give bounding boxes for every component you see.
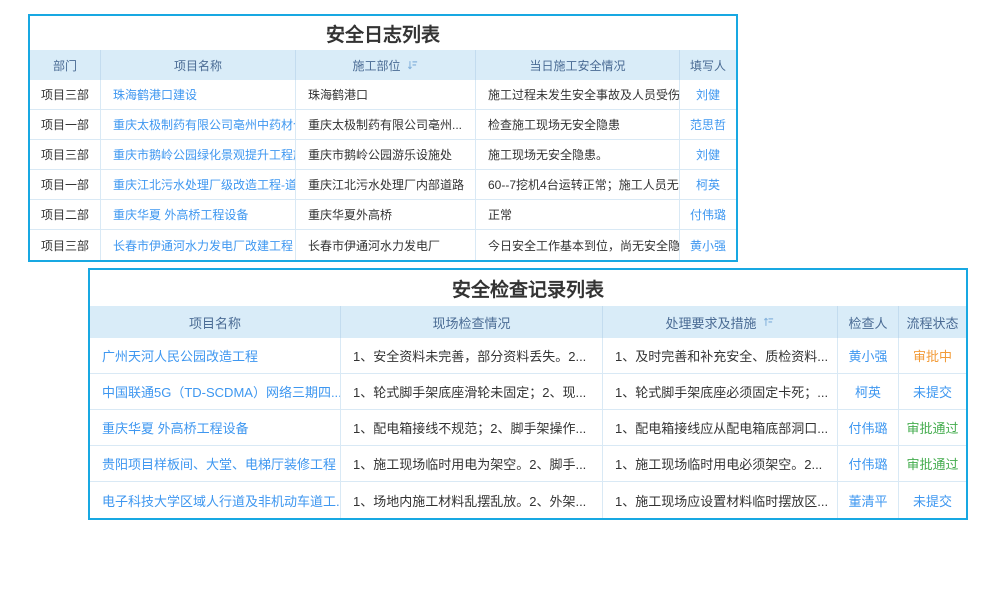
project-name-link[interactable]: 广州天河人民公园改造工程 <box>90 338 341 373</box>
table-row: 项目一部 重庆江北污水处理厂级改造工程-道路... 重庆江北污水处理厂内部道路 … <box>30 170 736 200</box>
inspector-link[interactable]: 柯英 <box>838 374 899 409</box>
author-link[interactable]: 黄小强 <box>680 230 736 260</box>
project-name-link[interactable]: 重庆华夏 外高桥工程设备 <box>90 410 341 445</box>
author-link[interactable]: 付伟璐 <box>680 200 736 229</box>
measures-cell: 1、轮式脚手架底座必须固定卡死；... <box>603 374 838 409</box>
inspector-link[interactable]: 付伟璐 <box>838 446 899 481</box>
table-row: 项目三部 长春市伊通河水力发电厂改建工程 长春市伊通河水力发电厂 今日安全工作基… <box>30 230 736 260</box>
safety-situation-cell: 正常 <box>476 200 680 229</box>
department-cell: 项目一部 <box>30 170 101 199</box>
safety-log-table-title: 安全日志列表 <box>30 16 736 50</box>
project-name-link[interactable]: 中国联通5G（TD-SCDMA）网络三期四... <box>90 374 341 409</box>
measures-cell: 1、施工现场应设置材料临时摆放区... <box>603 482 838 518</box>
safety-situation-cell: 60--7挖机4台运转正常；施工人员无违... <box>476 170 680 199</box>
construction-part-cell: 重庆华夏外高桥 <box>296 200 476 229</box>
author-link[interactable]: 范思哲 <box>680 110 736 139</box>
inspector-link[interactable]: 黄小强 <box>838 338 899 373</box>
department-cell: 项目一部 <box>30 110 101 139</box>
project-name-link[interactable]: 重庆太极制药有限公司亳州中药材仓... <box>101 110 296 139</box>
status-badge: 审批通过 <box>899 446 966 481</box>
site-check-cell: 1、场地内施工材料乱摆乱放。2、外架... <box>341 482 603 518</box>
measures-cell: 1、施工现场临时用电必须架空。2... <box>603 446 838 481</box>
column-header-department: 部门 <box>30 50 101 80</box>
table-row: 项目一部 重庆太极制药有限公司亳州中药材仓... 重庆太极制药有限公司亳州...… <box>30 110 736 140</box>
column-header-measures-label: 处理要求及措施 <box>665 313 756 332</box>
column-header-author: 填写人 <box>680 50 736 80</box>
department-cell: 项目三部 <box>30 80 101 109</box>
table-row: 中国联通5G（TD-SCDMA）网络三期四... 1、轮式脚手架底座滑轮未固定；… <box>90 374 966 410</box>
project-name-link[interactable]: 重庆市鹅岭公园绿化景观提升工程施工 <box>101 140 296 169</box>
inspector-link[interactable]: 付伟璐 <box>838 410 899 445</box>
status-badge: 未提交 <box>899 482 966 518</box>
table-row: 广州天河人民公园改造工程 1、安全资料未完善，部分资料丢失。2... 1、及时完… <box>90 338 966 374</box>
table-row: 项目三部 珠海鹤港口建设 珠海鹤港口 施工过程未发生安全事故及人员受伤情况 刘健 <box>30 80 736 110</box>
project-name-link[interactable]: 重庆华夏 外高桥工程设备 <box>101 200 296 229</box>
column-header-construction-part[interactable]: 施工部位 <box>296 50 476 80</box>
site-check-cell: 1、施工现场临时用电为架空。2、脚手... <box>341 446 603 481</box>
column-header-project-name: 项目名称 <box>90 306 341 338</box>
status-badge: 审批中 <box>899 338 966 373</box>
table-row: 重庆华夏 外高桥工程设备 1、配电箱接线不规范；2、脚手架操作... 1、配电箱… <box>90 410 966 446</box>
table-row: 项目三部 重庆市鹅岭公园绿化景观提升工程施工 重庆市鹅岭公园游乐设施处 施工现场… <box>30 140 736 170</box>
project-name-link[interactable]: 电子科技大学区域人行道及非机动车道工... <box>90 482 341 518</box>
project-name-link[interactable]: 贵阳项目样板间、大堂、电梯厅装修工程 <box>90 446 341 481</box>
project-name-link[interactable]: 长春市伊通河水力发电厂改建工程 <box>101 230 296 260</box>
column-header-inspector: 检查人 <box>838 306 899 338</box>
inspector-link[interactable]: 董清平 <box>838 482 899 518</box>
column-header-construction-part-label: 施工部位 <box>352 57 400 74</box>
construction-part-cell: 重庆江北污水处理厂内部道路 <box>296 170 476 199</box>
department-cell: 项目三部 <box>30 140 101 169</box>
author-link[interactable]: 刘健 <box>680 80 736 109</box>
project-name-link[interactable]: 珠海鹤港口建设 <box>101 80 296 109</box>
project-name-link[interactable]: 重庆江北污水处理厂级改造工程-道路... <box>101 170 296 199</box>
measures-cell: 1、及时完善和补充安全、质检资料... <box>603 338 838 373</box>
table-row: 项目二部 重庆华夏 外高桥工程设备 重庆华夏外高桥 正常 付伟璐 <box>30 200 736 230</box>
safety-inspection-header-row: 项目名称 现场检查情况 处理要求及措施 检查人 流程状态 <box>90 306 966 338</box>
safety-log-table: 安全日志列表 部门 项目名称 施工部位 当日施工安全情况 填写人 项目三部 珠海… <box>28 14 738 262</box>
safety-log-header-row: 部门 项目名称 施工部位 当日施工安全情况 填写人 <box>30 50 736 80</box>
status-badge: 审批通过 <box>899 410 966 445</box>
column-header-project-name: 项目名称 <box>101 50 296 80</box>
column-header-safety-situation: 当日施工安全情况 <box>476 50 680 80</box>
page: 安全日志列表 部门 项目名称 施工部位 当日施工安全情况 填写人 项目三部 珠海… <box>0 0 1000 600</box>
site-check-cell: 1、安全资料未完善，部分资料丢失。2... <box>341 338 603 373</box>
construction-part-cell: 重庆市鹅岭公园游乐设施处 <box>296 140 476 169</box>
site-check-cell: 1、轮式脚手架底座滑轮未固定；2、现... <box>341 374 603 409</box>
table-row: 电子科技大学区域人行道及非机动车道工... 1、场地内施工材料乱摆乱放。2、外架… <box>90 482 966 518</box>
site-check-cell: 1、配电箱接线不规范；2、脚手架操作... <box>341 410 603 445</box>
safety-situation-cell: 今日安全工作基本到位，尚无安全隐患... <box>476 230 680 260</box>
author-link[interactable]: 刘健 <box>680 140 736 169</box>
sort-icon[interactable] <box>762 316 775 328</box>
measures-cell: 1、配电箱接线应从配电箱底部洞口... <box>603 410 838 445</box>
department-cell: 项目三部 <box>30 230 101 260</box>
author-link[interactable]: 柯英 <box>680 170 736 199</box>
column-header-measures[interactable]: 处理要求及措施 <box>603 306 838 338</box>
column-header-site-check: 现场检查情况 <box>341 306 603 338</box>
safety-inspection-table: 安全检查记录列表 项目名称 现场检查情况 处理要求及措施 检查人 流程状态 广州… <box>88 268 968 520</box>
safety-situation-cell: 施工现场无安全隐患。 <box>476 140 680 169</box>
construction-part-cell: 珠海鹤港口 <box>296 80 476 109</box>
department-cell: 项目二部 <box>30 200 101 229</box>
safety-situation-cell: 施工过程未发生安全事故及人员受伤情况 <box>476 80 680 109</box>
status-badge: 未提交 <box>899 374 966 409</box>
column-header-flow-status: 流程状态 <box>899 306 966 338</box>
safety-inspection-table-title: 安全检查记录列表 <box>90 270 966 306</box>
sort-icon[interactable] <box>406 59 419 71</box>
construction-part-cell: 长春市伊通河水力发电厂 <box>296 230 476 260</box>
table-row: 贵阳项目样板间、大堂、电梯厅装修工程 1、施工现场临时用电为架空。2、脚手...… <box>90 446 966 482</box>
construction-part-cell: 重庆太极制药有限公司亳州... <box>296 110 476 139</box>
safety-situation-cell: 检查施工现场无安全隐患 <box>476 110 680 139</box>
